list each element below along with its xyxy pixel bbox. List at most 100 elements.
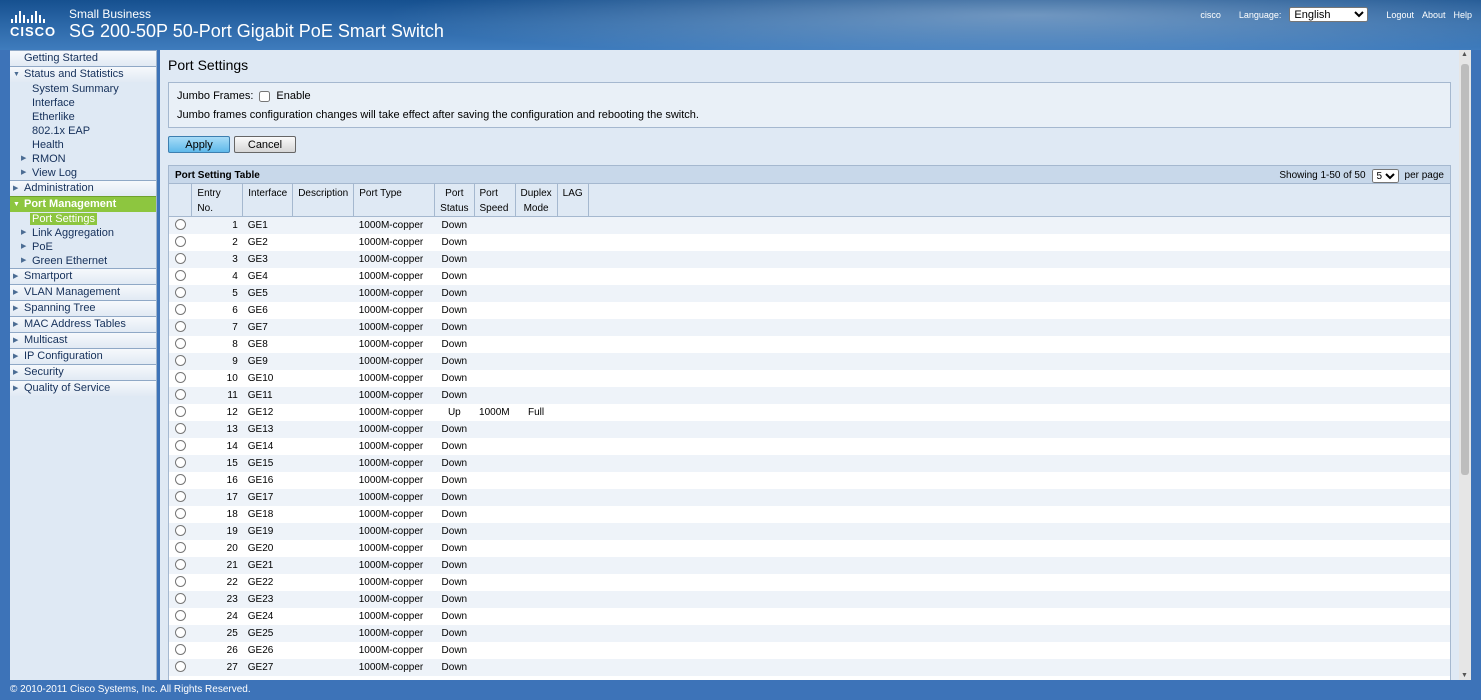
- table-row[interactable]: 3 GE3 1000M-copper Down: [169, 250, 1450, 268]
- column-header-port-speed[interactable]: Port Speed: [474, 184, 516, 217]
- column-header-lag[interactable]: LAG: [557, 184, 589, 217]
- row-select-radio[interactable]: [174, 304, 186, 315]
- table-cell: [557, 539, 589, 557]
- column-header-interface[interactable]: Interface: [242, 184, 294, 217]
- jumbo-frames-enable-checkbox[interactable]: [259, 90, 271, 102]
- row-select-radio[interactable]: [174, 287, 186, 298]
- sidebar-subitem-etherlike[interactable]: Etherlike: [10, 110, 156, 124]
- table-row[interactable]: 17 GE17 1000M-copper Down: [169, 488, 1450, 506]
- row-select-radio[interactable]: [174, 644, 186, 655]
- cancel-button[interactable]: Cancel: [234, 136, 296, 153]
- table-row[interactable]: 7 GE7 1000M-copper Down: [169, 318, 1450, 336]
- scroll-up-arrow-icon[interactable]: ▲: [1461, 51, 1468, 58]
- sidebar-subitem-poe[interactable]: ▶ PoE: [10, 240, 156, 254]
- column-header-description[interactable]: Description: [292, 184, 355, 217]
- sidebar-item-administration[interactable]: ▶ Administration: [10, 180, 156, 196]
- row-select-radio[interactable]: [174, 542, 186, 553]
- table-row[interactable]: 25 GE25 1000M-copper Down: [169, 624, 1450, 642]
- sidebar-subitem-interface[interactable]: Interface: [10, 96, 156, 110]
- table-row[interactable]: 20 GE20 1000M-copper Down: [169, 539, 1450, 557]
- help-link[interactable]: Help: [1453, 10, 1472, 20]
- sidebar-subitem-view-log[interactable]: ▶ View Log: [10, 166, 156, 180]
- table-row[interactable]: 5 GE5 1000M-copper Down: [169, 284, 1450, 302]
- table-row[interactable]: 11 GE11 1000M-copper Down: [169, 386, 1450, 404]
- sidebar-subitem-rmon[interactable]: ▶ RMON: [10, 152, 156, 166]
- table-row[interactable]: 24 GE24 1000M-copper Down: [169, 607, 1450, 625]
- row-select-radio[interactable]: [174, 253, 186, 264]
- sidebar-item-status-and-statistics[interactable]: ▼ Status and Statistics: [10, 66, 156, 82]
- row-select-radio[interactable]: [174, 389, 186, 400]
- row-select-radio[interactable]: [174, 627, 186, 638]
- row-select-radio[interactable]: [174, 406, 186, 417]
- sidebar-item-security[interactable]: ▶ Security: [10, 364, 156, 380]
- table-row[interactable]: 4 GE4 1000M-copper Down: [169, 267, 1450, 285]
- row-select-radio[interactable]: [174, 338, 186, 349]
- row-select-radio[interactable]: [174, 355, 186, 366]
- sidebar-item-spanning-tree[interactable]: ▶ Spanning Tree: [10, 300, 156, 316]
- row-select-radio[interactable]: [174, 508, 186, 519]
- table-row[interactable]: 1 GE1 1000M-copper Down: [169, 216, 1450, 234]
- apply-button[interactable]: Apply: [168, 136, 230, 153]
- row-select-radio[interactable]: [174, 423, 186, 434]
- sidebar-item-ip-configuration[interactable]: ▶ IP Configuration: [10, 348, 156, 364]
- row-select-radio[interactable]: [174, 474, 186, 485]
- table-row[interactable]: 13 GE13 1000M-copper Down: [169, 420, 1450, 438]
- row-select-radio[interactable]: [174, 661, 186, 672]
- table-row[interactable]: 16 GE16 1000M-copper Down: [169, 471, 1450, 489]
- column-header-duplex-mode[interactable]: Duplex Mode: [515, 184, 558, 217]
- table-row[interactable]: 23 GE23 1000M-copper Down: [169, 590, 1450, 608]
- table-row[interactable]: 14 GE14 1000M-copper Down: [169, 437, 1450, 455]
- table-row[interactable]: 22 GE22 1000M-copper Down: [169, 573, 1450, 591]
- row-select-radio[interactable]: [174, 593, 186, 604]
- row-select-radio[interactable]: [174, 559, 186, 570]
- row-select-radio[interactable]: [174, 236, 186, 247]
- row-select-radio[interactable]: [174, 610, 186, 621]
- table-row[interactable]: 10 GE10 1000M-copper Down: [169, 369, 1450, 387]
- sidebar-item-vlan-management[interactable]: ▶ VLAN Management: [10, 284, 156, 300]
- per-page-select[interactable]: 50: [1371, 168, 1399, 183]
- sidebar-item-quality-of-service[interactable]: ▶ Quality of Service: [10, 380, 156, 396]
- about-link[interactable]: About: [1422, 10, 1446, 20]
- row-select-radio[interactable]: [174, 491, 186, 502]
- table-row[interactable]: 21 GE21 1000M-copper Down: [169, 556, 1450, 574]
- column-header-port-status[interactable]: Port Status: [434, 184, 475, 217]
- table-row[interactable]: 2 GE2 1000M-copper Down: [169, 233, 1450, 251]
- sidebar-subitem-link-aggregation[interactable]: ▶ Link Aggregation: [10, 226, 156, 240]
- language-select[interactable]: English: [1289, 7, 1369, 22]
- sidebar-subitem-system-summary[interactable]: System Summary: [10, 82, 156, 96]
- row-select-radio[interactable]: [174, 372, 186, 383]
- row-select-radio[interactable]: [174, 525, 186, 536]
- column-header-port-type[interactable]: Port Type: [353, 184, 436, 217]
- table-row[interactable]: 26 GE26 1000M-copper Down: [169, 641, 1450, 659]
- table-cell: 8: [191, 335, 243, 353]
- scroll-down-arrow-icon[interactable]: ▼: [1461, 672, 1468, 679]
- row-select-radio[interactable]: [174, 270, 186, 281]
- sidebar-item-smartport[interactable]: ▶ Smartport: [10, 268, 156, 284]
- row-select-radio[interactable]: [174, 219, 186, 231]
- table-row[interactable]: 18 GE18 1000M-copper Down: [169, 505, 1450, 523]
- logout-link[interactable]: Logout: [1386, 10, 1414, 20]
- table-row[interactable]: 12 GE12 1000M-copper Up 1000M Full: [169, 403, 1450, 421]
- sidebar-subitem-health[interactable]: Health: [10, 138, 156, 152]
- sidebar-item-multicast[interactable]: ▶ Multicast: [10, 332, 156, 348]
- row-select-radio[interactable]: [174, 457, 186, 468]
- sidebar-item-getting-started[interactable]: Getting Started: [10, 50, 156, 66]
- row-select-radio[interactable]: [174, 321, 186, 332]
- sidebar-subitem-8021x-eap[interactable]: 802.1x EAP: [10, 124, 156, 138]
- table-row[interactable]: 15 GE15 1000M-copper Down: [169, 454, 1450, 472]
- sidebar-subitem-green-ethernet[interactable]: ▶ Green Ethernet: [10, 254, 156, 268]
- page-scrollbar[interactable]: ▲ ▼: [1459, 50, 1471, 680]
- sidebar-item-port-management[interactable]: ▼ Port Management: [10, 196, 156, 212]
- table-row[interactable]: 6 GE6 1000M-copper Down: [169, 301, 1450, 319]
- table-row[interactable]: 27 GE27 1000M-copper Down: [169, 658, 1450, 676]
- column-header-entry-no[interactable]: Entry No.: [191, 184, 244, 217]
- table-row[interactable]: 19 GE19 1000M-copper Down: [169, 522, 1450, 540]
- table-row[interactable]: 9 GE9 1000M-copper Down: [169, 352, 1450, 370]
- scrollbar-thumb[interactable]: [1461, 64, 1469, 475]
- table-cell: [292, 318, 354, 336]
- row-select-radio[interactable]: [174, 576, 186, 587]
- table-row[interactable]: 8 GE8 1000M-copper Down: [169, 335, 1450, 353]
- sidebar-item-mac-address-tables[interactable]: ▶ MAC Address Tables: [10, 316, 156, 332]
- row-select-radio[interactable]: [174, 440, 186, 451]
- sidebar-subitem-port-settings[interactable]: Port Settings: [10, 212, 156, 226]
